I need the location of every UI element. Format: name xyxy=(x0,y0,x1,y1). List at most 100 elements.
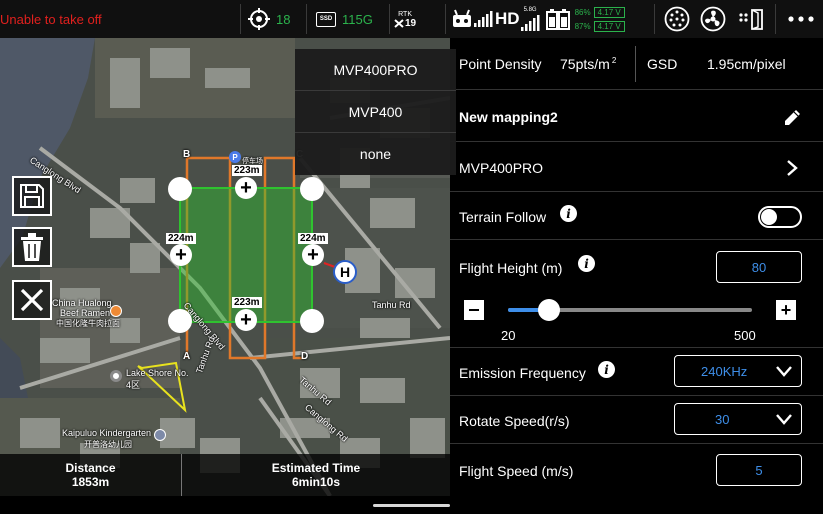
flight-height-decrease-button[interactable] xyxy=(464,300,484,320)
divider xyxy=(306,4,307,34)
model-option-mvp400[interactable]: MVP400 xyxy=(295,91,456,133)
battery-1-percent: 86% xyxy=(574,7,591,17)
ssd-free-space: 115G xyxy=(342,11,373,27)
edge-distance-left: 224m xyxy=(166,233,196,244)
minus-icon xyxy=(469,309,479,311)
more-menu-button[interactable] xyxy=(788,0,814,38)
divider xyxy=(775,4,776,34)
rotate-speed-row: Rotate Speed(r/s) 30 xyxy=(450,396,823,444)
model-option-mvp400pro[interactable]: MVP400PRO xyxy=(295,49,456,91)
close-mission-button[interactable] xyxy=(12,280,52,320)
band-label: 5.8G xyxy=(523,7,537,13)
map-label-tanhu-rd-2: Tanhu Rd xyxy=(372,300,411,310)
divider xyxy=(240,4,241,34)
emission-frequency-select[interactable]: 240KHz xyxy=(674,355,802,387)
model-dropdown-menu: MVP400PRO MVP400 none xyxy=(295,49,456,175)
emission-frequency-label: Emission Frequency xyxy=(459,365,586,381)
area-vertex-handle[interactable] xyxy=(300,309,324,333)
estimated-time-stat: Estimated Time 6min10s xyxy=(271,461,361,489)
exit-door-icon xyxy=(739,9,763,30)
mission-name: New mapping2 xyxy=(459,109,558,125)
flight-height-slider[interactable] xyxy=(508,299,752,321)
compass-dots-icon xyxy=(664,6,690,32)
flight-height-info-icon[interactable]: i xyxy=(578,255,595,272)
toggle-knob xyxy=(761,209,777,225)
exit-button[interactable] xyxy=(738,0,766,38)
flight-speed-input[interactable]: 5 xyxy=(716,454,802,486)
location-pin-icon xyxy=(110,370,122,382)
terrain-follow-toggle[interactable] xyxy=(758,206,802,228)
add-vertex-top-icon[interactable]: + xyxy=(235,177,257,199)
close-icon xyxy=(20,288,44,312)
storage-indicator: SSD 115G xyxy=(316,0,373,38)
point-density-value: 75pts/m 2 xyxy=(560,56,617,72)
mission-stats-bar: Distance 1853m Estimated Time 6min10s xyxy=(0,454,450,496)
density-gsd-row: Point Density 75pts/m 2 GSD 1.95cm/pixel xyxy=(450,38,823,90)
save-floppy-icon xyxy=(20,184,44,208)
more-dots-icon xyxy=(788,16,814,22)
chevron-right-icon xyxy=(787,160,798,176)
flight-height-row: Flight Height (m) i 80 + 20 500 xyxy=(450,240,823,348)
battery-2-percent: 87% xyxy=(574,21,591,31)
add-vertex-left-icon[interactable]: + xyxy=(170,244,192,266)
chevron-down-icon xyxy=(776,414,792,425)
corner-label-b: B xyxy=(183,149,191,160)
flight-speed-row: Flight Speed (m/s) 5 xyxy=(450,444,823,494)
model-option-none[interactable]: none xyxy=(295,133,456,175)
area-vertex-handle[interactable] xyxy=(300,177,324,201)
rotate-speed-select[interactable]: 30 xyxy=(674,403,802,435)
flight-height-input[interactable]: 80 xyxy=(716,251,802,283)
rtk-indicator: RTK 19 xyxy=(394,0,416,38)
flight-height-label: Flight Height (m) xyxy=(459,260,563,276)
model-selector-row[interactable]: MVP400PRO xyxy=(450,142,823,192)
battery-1-voltage: 4.17 V xyxy=(593,6,625,18)
add-vertex-bottom-icon[interactable]: + xyxy=(235,309,257,331)
area-vertex-handle[interactable] xyxy=(168,177,192,201)
battery-pack-icon xyxy=(545,9,570,30)
point-density-label: Point Density xyxy=(459,56,542,72)
drone-small-icon xyxy=(394,19,404,28)
parking-pin-icon: P xyxy=(229,151,241,163)
mission-settings-panel: Point Density 75pts/m 2 GSD 1.95cm/pixel … xyxy=(450,38,823,514)
slider-thumb[interactable] xyxy=(538,299,560,321)
delete-mission-button[interactable] xyxy=(12,227,52,267)
battery-2-voltage: 4.17 V xyxy=(593,20,625,32)
terrain-follow-row: Terrain Follow i xyxy=(450,192,823,240)
fan-icon xyxy=(700,6,726,32)
emission-frequency-row: Emission Frequency i 240KHz xyxy=(450,348,823,396)
emission-frequency-info-icon[interactable]: i xyxy=(598,361,615,378)
add-vertex-right-icon[interactable]: + xyxy=(302,244,324,266)
slider-min-label: 20 xyxy=(501,328,516,343)
corner-label-d: D xyxy=(301,351,309,362)
terrain-follow-label: Terrain Follow xyxy=(459,209,547,225)
flight-height-increase-button[interactable]: + xyxy=(776,300,796,320)
propeller-button[interactable] xyxy=(700,0,726,38)
top-status-bar: Unable to take off 18 SSD 115G RTK 19 HD… xyxy=(0,0,823,38)
calibration-button[interactable] xyxy=(664,0,690,38)
model-value: MVP400PRO xyxy=(459,160,544,176)
ssd-icon: SSD xyxy=(316,11,336,27)
satellite-icon xyxy=(248,8,270,30)
edit-pencil-icon[interactable] xyxy=(784,108,802,126)
system-home-indicator[interactable] xyxy=(373,504,450,507)
divider xyxy=(654,4,655,34)
gsd-value: 1.95cm/pixel xyxy=(707,56,786,72)
mission-name-row[interactable]: New mapping2 xyxy=(450,90,823,142)
gps-indicator: 18 xyxy=(248,0,290,38)
save-mission-button[interactable] xyxy=(12,176,52,216)
home-point-icon[interactable]: H xyxy=(333,260,357,284)
flight-speed-label: Flight Speed (m/s) xyxy=(459,463,574,479)
edge-distance-middle: 223m xyxy=(232,297,262,308)
restaurant-pin-icon xyxy=(110,305,122,317)
estimated-time-value: 6min10s xyxy=(291,475,341,489)
hd-label: HD xyxy=(495,9,520,28)
rc-signal-bars-icon xyxy=(474,11,493,27)
terrain-follow-info-icon[interactable]: i xyxy=(560,205,577,222)
divider xyxy=(389,4,390,34)
school-pin-icon xyxy=(154,429,166,441)
chevron-down-icon xyxy=(776,366,792,377)
divider xyxy=(445,4,446,34)
gps-count: 18 xyxy=(276,11,291,27)
gsd-label: GSD xyxy=(647,56,678,72)
area-vertex-handle[interactable] xyxy=(168,309,192,333)
